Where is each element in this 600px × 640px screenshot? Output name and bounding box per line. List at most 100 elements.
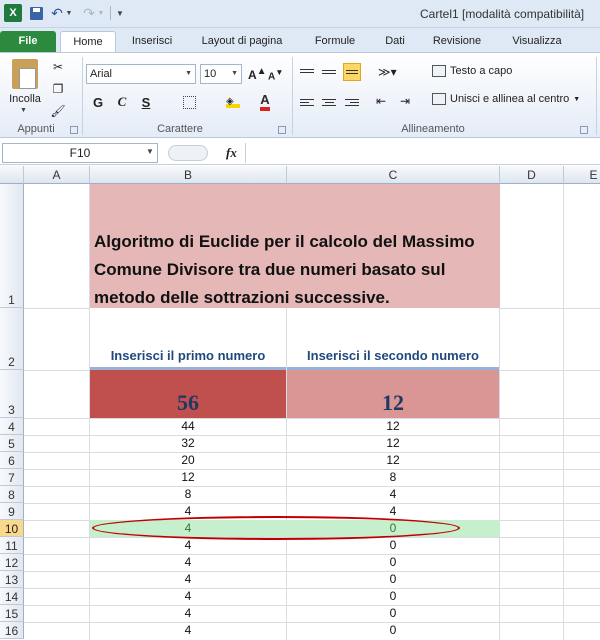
orientation-icon[interactable]: ≫▾ (378, 65, 397, 79)
font-name-select[interactable]: Arial ▼ (86, 64, 196, 84)
align-left-icon[interactable] (298, 93, 316, 111)
step-cell-c[interactable]: 12 (287, 418, 499, 435)
step-cell-b[interactable]: 8 (90, 486, 286, 503)
tab-data[interactable]: Dati (376, 31, 414, 52)
font-size-select[interactable]: 10 ▼ (200, 64, 242, 84)
paste-button-label[interactable]: Incolla (5, 93, 45, 105)
underline-button[interactable]: S (138, 92, 154, 112)
step-cell-b[interactable]: 32 (90, 435, 286, 452)
tab-formulas[interactable]: Formule (304, 31, 366, 52)
redo-icon[interactable]: ↷ (82, 4, 96, 22)
shrink-font-icon[interactable]: A▼ (268, 67, 283, 82)
row-header[interactable]: 13 (0, 571, 24, 588)
paste-dropdown-icon[interactable]: ▼ (20, 107, 27, 114)
first-number-input[interactable]: 56 (90, 370, 286, 418)
step-cell-b[interactable]: 4 (90, 571, 286, 588)
borders-icon[interactable] (180, 92, 198, 112)
column-header-e[interactable]: E (564, 166, 600, 184)
formula-bar-splitter[interactable] (168, 145, 208, 161)
formula-input[interactable] (245, 143, 600, 163)
spreadsheet-grid[interactable]: A B C D E 1 2 3 4 5 6 7 8 9 10 11 12 13 … (0, 166, 600, 640)
excel-logo-icon[interactable]: X (4, 4, 22, 22)
toolbar-divider (110, 6, 111, 20)
customize-toolbar-icon[interactable]: ▼ (114, 4, 126, 22)
step-cell-b[interactable]: 20 (90, 452, 286, 469)
increase-indent-icon[interactable]: ⇥ (400, 94, 410, 108)
align-center-icon[interactable] (320, 93, 338, 111)
tab-page-layout[interactable]: Layout di pagina (192, 31, 292, 52)
tab-view[interactable]: Visualizza (502, 31, 572, 52)
tab-review[interactable]: Revisione (424, 31, 490, 52)
wrap-text-button[interactable]: Testo a capo (432, 65, 512, 77)
second-number-input[interactable]: 12 (287, 370, 499, 418)
step-cell-b[interactable]: 4 (90, 588, 286, 605)
step-cell-b[interactable]: 12 (90, 469, 286, 486)
row-header[interactable]: 2 (0, 308, 24, 370)
alignment-launcher-icon[interactable] (580, 126, 588, 134)
row-header[interactable]: 9 (0, 503, 24, 520)
name-box-dropdown-icon[interactable]: ▼ (146, 147, 154, 156)
row-header[interactable]: 12 (0, 554, 24, 571)
font-name-value: Arial (90, 68, 113, 80)
tab-insert[interactable]: Inserisci (122, 31, 182, 52)
font-launcher-icon[interactable] (278, 126, 286, 134)
format-painter-icon[interactable]: 🖌 (50, 103, 66, 119)
align-bottom-icon[interactable] (343, 63, 361, 81)
column-header-d[interactable]: D (500, 166, 564, 184)
tab-home[interactable]: Home (60, 31, 116, 52)
step-cell-c[interactable]: 8 (287, 469, 499, 486)
step-cell-b[interactable]: 4 (90, 554, 286, 571)
name-box[interactable]: F10 (2, 143, 158, 163)
row-header[interactable]: 5 (0, 435, 24, 452)
decrease-indent-icon[interactable]: ⇤ (376, 94, 386, 108)
select-all-corner[interactable] (0, 166, 24, 184)
step-cell-c[interactable]: 0 (287, 588, 499, 605)
step-cell-c[interactable]: 0 (287, 571, 499, 588)
align-right-icon[interactable] (343, 93, 361, 111)
second-number-label[interactable]: Inserisci il secondo numero (287, 308, 499, 370)
first-number-label[interactable]: Inserisci il primo numero (90, 308, 286, 370)
row-header[interactable]: 7 (0, 469, 24, 486)
save-icon[interactable] (28, 4, 44, 22)
fill-color-icon[interactable]: ◈ (224, 92, 242, 112)
row-header-active[interactable]: 10 (0, 520, 24, 537)
clipboard-launcher-icon[interactable] (70, 126, 78, 134)
row-header[interactable]: 3 (0, 370, 24, 418)
row-header[interactable]: 14 (0, 588, 24, 605)
grow-font-icon[interactable]: A▲ (248, 66, 267, 82)
italic-button[interactable]: C (114, 92, 130, 112)
undo-dropdown-icon[interactable]: ▼ (65, 4, 73, 22)
row-header[interactable]: 1 (0, 184, 24, 308)
step-cell-b[interactable]: 4 (90, 622, 286, 639)
undo-icon[interactable]: ↶ (50, 4, 64, 22)
row-header[interactable]: 8 (0, 486, 24, 503)
align-top-icon[interactable] (298, 63, 316, 81)
row-header[interactable]: 6 (0, 452, 24, 469)
ribbon-home: Incolla ▼ ✂ ❐ 🖌 Appunti Arial ▼ 10 ▼ A▲ A▼… (0, 52, 600, 138)
step-cell-c[interactable]: 0 (287, 622, 499, 639)
copy-icon[interactable]: ❐ (50, 81, 66, 97)
step-cell-c[interactable]: 4 (287, 486, 499, 503)
cut-icon[interactable]: ✂ (50, 59, 66, 75)
redo-dropdown-icon[interactable]: ▼ (97, 4, 105, 22)
paste-icon[interactable] (12, 59, 38, 89)
row-header[interactable]: 15 (0, 605, 24, 622)
step-cell-b[interactable]: 44 (90, 418, 286, 435)
tab-file[interactable]: File (0, 31, 56, 52)
font-color-icon[interactable]: A (256, 92, 274, 112)
row-header[interactable]: 16 (0, 622, 24, 639)
row-header[interactable]: 11 (0, 537, 24, 554)
column-header-a[interactable]: A (24, 166, 90, 184)
merge-center-button[interactable]: Unisci e allinea al centro ▼ (432, 93, 580, 105)
step-cell-c[interactable]: 12 (287, 452, 499, 469)
step-cell-c[interactable]: 0 (287, 554, 499, 571)
step-cell-b[interactable]: 4 (90, 605, 286, 622)
column-header-b[interactable]: B (90, 166, 287, 184)
align-middle-icon[interactable] (320, 63, 338, 81)
bold-button[interactable]: G (90, 92, 106, 112)
step-cell-c[interactable]: 12 (287, 435, 499, 452)
row-header[interactable]: 4 (0, 418, 24, 435)
step-cell-c[interactable]: 0 (287, 605, 499, 622)
column-header-c[interactable]: C (287, 166, 500, 184)
insert-function-icon[interactable]: fx (226, 145, 237, 161)
